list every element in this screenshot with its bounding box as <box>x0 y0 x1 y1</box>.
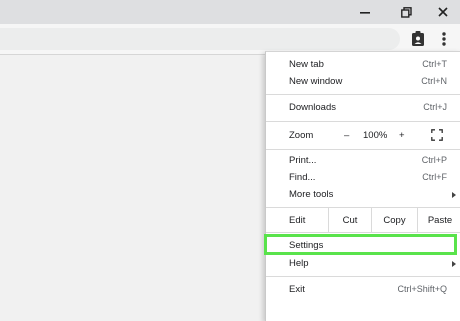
restore-button[interactable] <box>389 0 423 24</box>
menu-zoom-row: Zoom – 100% + <box>266 125 460 145</box>
menu-separator <box>266 149 460 150</box>
minimize-icon <box>360 12 370 14</box>
account-badge-button[interactable] <box>408 29 428 49</box>
fullscreen-icon <box>431 129 443 141</box>
paste-label: Paste <box>427 214 453 226</box>
address-bar[interactable] <box>0 28 400 50</box>
menu-separator <box>266 232 460 233</box>
account-badge-icon <box>412 31 424 46</box>
title-bar <box>0 0 460 24</box>
close-icon <box>438 7 448 17</box>
menu-shortcut: Ctrl+N <box>421 76 447 86</box>
copy-button[interactable]: Copy <box>371 208 417 232</box>
close-window-button[interactable] <box>426 0 460 24</box>
restore-icon <box>400 6 412 18</box>
minimize-button[interactable] <box>348 0 382 24</box>
cut-button[interactable]: Cut <box>328 208 371 232</box>
cut-label: Cut <box>342 214 358 226</box>
menu-item-print[interactable]: Print... Ctrl+P <box>266 153 460 170</box>
menu-item-more-tools[interactable]: More tools <box>266 187 460 204</box>
menu-item-downloads[interactable]: Downloads Ctrl+J <box>266 100 460 117</box>
menu-separator <box>266 121 460 122</box>
menu-item-find[interactable]: Find... Ctrl+F <box>266 170 460 187</box>
menu-label: New window <box>289 76 343 87</box>
paste-button[interactable]: Paste <box>417 208 460 232</box>
menu-shortcut: Ctrl+J <box>423 102 447 112</box>
menu-separator <box>266 276 460 277</box>
zoom-in-button[interactable]: + <box>399 130 405 141</box>
menu-label: Exit <box>289 284 305 295</box>
settings-highlight-box <box>264 234 457 255</box>
fullscreen-button[interactable] <box>431 129 443 141</box>
browser-menu: New tab Ctrl+T New window Ctrl+N Downloa… <box>265 51 460 321</box>
menu-label: Help <box>289 258 309 269</box>
menu-button[interactable] <box>434 29 454 49</box>
menu-label: New tab <box>289 59 324 70</box>
menu-label: Downloads <box>289 102 336 113</box>
menu-item-exit[interactable]: Exit Ctrl+Shift+Q <box>266 282 460 299</box>
menu-shortcut: Ctrl+F <box>422 172 447 182</box>
menu-shortcut: Ctrl+Shift+Q <box>397 284 447 294</box>
edit-label: Edit <box>289 215 306 226</box>
menu-item-new-window[interactable]: New window Ctrl+N <box>266 74 460 91</box>
menu-separator <box>266 94 460 95</box>
more-vert-icon <box>442 32 446 46</box>
menu-label: Print... <box>289 155 317 166</box>
menu-shortcut: Ctrl+P <box>421 155 447 165</box>
menu-label: More tools <box>289 189 334 200</box>
menu-edit-row: Edit Cut Copy Paste <box>266 208 460 232</box>
zoom-level: 100% <box>363 130 388 141</box>
menu-shortcut: Ctrl+T <box>422 59 447 69</box>
menu-label: Find... <box>289 172 316 183</box>
submenu-arrow-icon <box>452 261 456 267</box>
menu-item-help[interactable]: Help <box>266 256 460 273</box>
submenu-arrow-icon <box>452 192 456 198</box>
zoom-label: Zoom <box>289 130 314 141</box>
copy-label: Copy <box>383 214 406 226</box>
zoom-out-button[interactable]: – <box>344 130 349 141</box>
menu-item-new-tab[interactable]: New tab Ctrl+T <box>266 57 460 74</box>
